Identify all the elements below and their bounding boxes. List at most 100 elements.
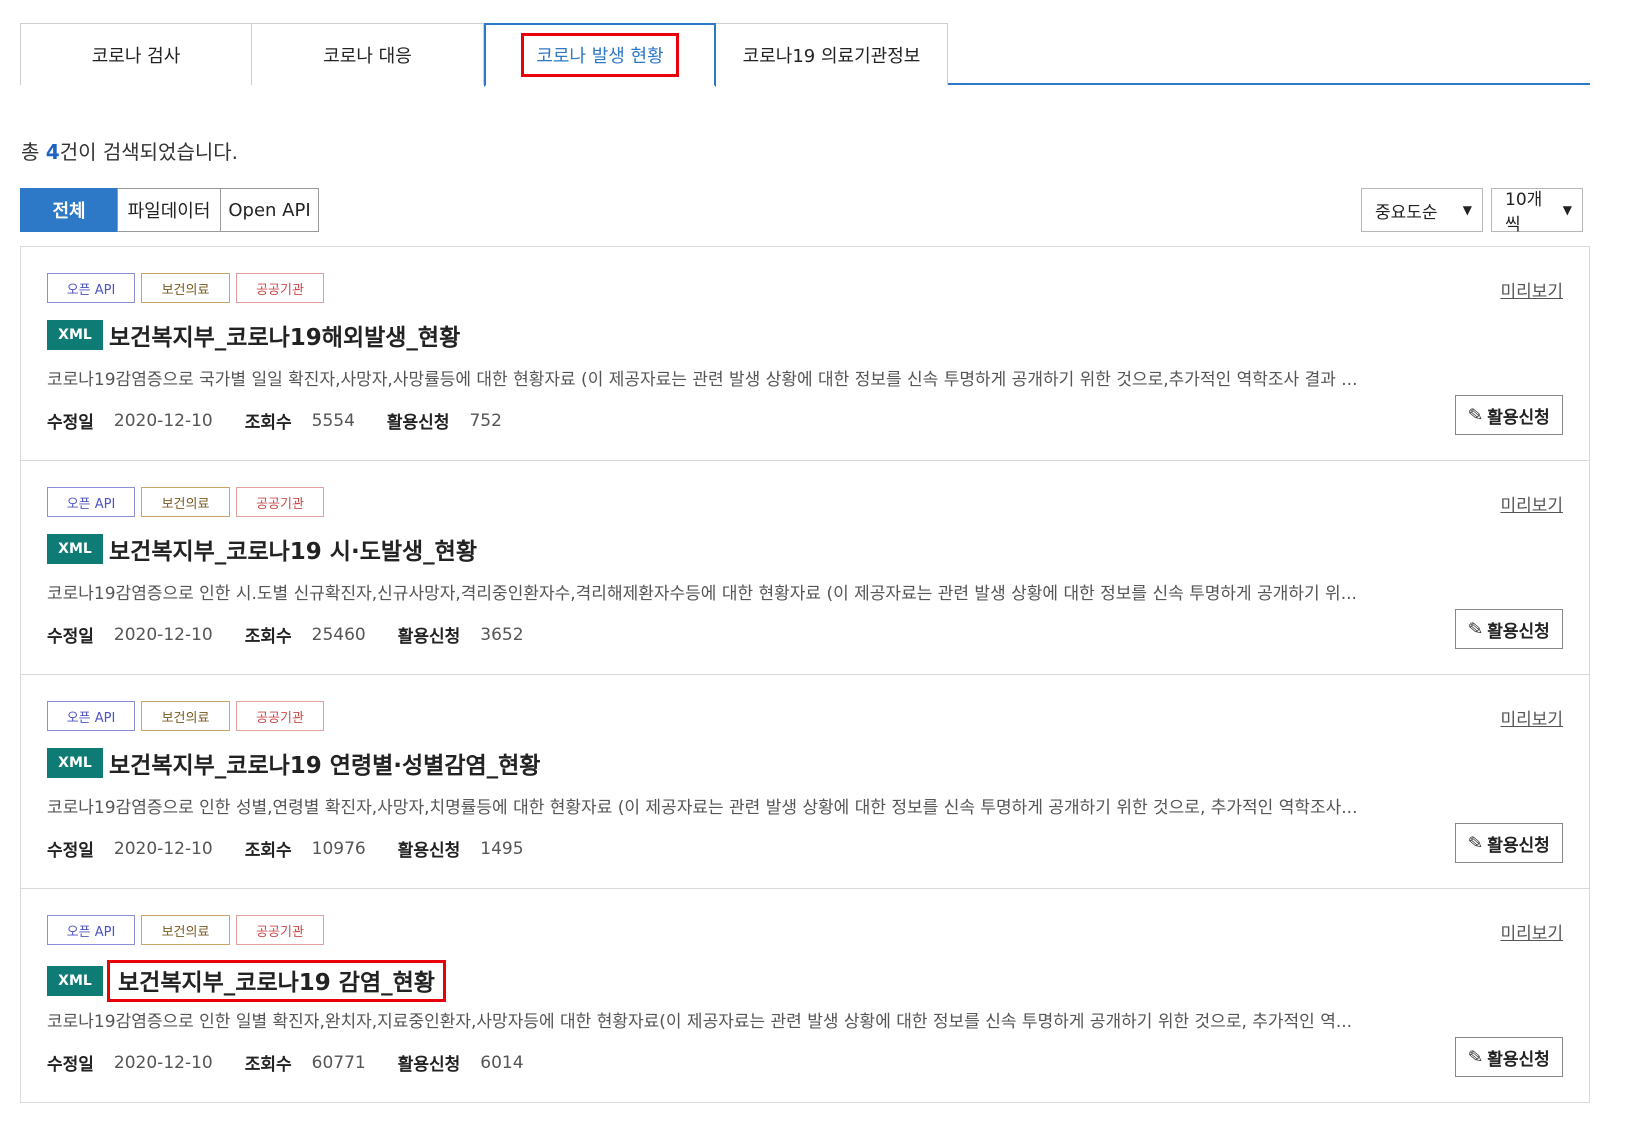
list-options: 중요도순 ▼ 10개씩 ▼ [1361, 188, 1583, 235]
tab-corona-response[interactable]: 코로나 대응 [252, 23, 484, 85]
tag-public-org: 공공기관 [236, 915, 324, 945]
title-row: XML 보건복지부_코로나19 시·도발생_현황 [47, 532, 477, 566]
modified-label: 수정일 [47, 413, 94, 433]
chevron-down-icon: ▼ [1562, 203, 1572, 217]
views-label: 조회수 [244, 1055, 292, 1075]
tag-healthcare: 보건의료 [141, 487, 230, 517]
tag-public-org: 공공기관 [236, 701, 324, 731]
apply-button-label: 활용신청 [1487, 835, 1550, 856]
dataset-title-link[interactable]: 보건복지부_코로나19 감염_현황 [107, 960, 446, 1002]
tab-corona-medical-info[interactable]: 코로나19 의료기관정보 [716, 23, 948, 85]
title-row: XML 보건복지부_코로나19 연령별·성별감염_현황 [47, 746, 540, 780]
modified-date: 2020-12-10 [113, 1052, 213, 1073]
modified-date: 2020-12-10 [113, 624, 213, 645]
modified-label: 수정일 [47, 627, 94, 647]
tag-healthcare: 보건의료 [141, 915, 230, 945]
dataset-meta: 수정일 2020-12-10 조회수 5554 활용신청 752 [47, 408, 534, 434]
views-count: 5554 [311, 410, 355, 431]
format-badge: XML [47, 320, 103, 350]
tag-open-api: 오픈 API [47, 273, 135, 303]
format-badge: XML [47, 748, 103, 778]
chevron-down-icon: ▼ [1462, 203, 1472, 217]
dataset-description: 코로나19감염증으로 인한 일별 확진자,완치자,지료중인환자,사망자등에 대한… [47, 1012, 1353, 1032]
page-size-select-value: 10개씩 [1505, 190, 1543, 235]
apply-button[interactable]: ✎ 활용신청 [1455, 609, 1563, 649]
tag-public-org: 공공기관 [236, 487, 324, 517]
preview-link[interactable]: 미리보기 [1500, 705, 1563, 730]
tag-healthcare: 보건의료 [141, 701, 230, 731]
dataset-meta: 수정일 2020-12-10 조회수 25460 활용신청 3652 [47, 622, 556, 648]
tab-label: 코로나 발생 현황 [521, 33, 679, 77]
type-filter-group: 전체 파일데이터 Open API [20, 188, 319, 232]
filter-open-api-button[interactable]: Open API [220, 188, 319, 232]
apply-count-label: 활용신청 [386, 413, 450, 433]
modified-label: 수정일 [47, 1055, 94, 1075]
views-label: 조회수 [244, 413, 292, 433]
views-count: 60771 [311, 1052, 366, 1073]
apply-count: 3652 [480, 624, 524, 645]
list-item: 오픈 API 보건의료 공공기관 미리보기 XML 보건복지부_코로나19 연령… [21, 675, 1589, 889]
tab-corona-test[interactable]: 코로나 검사 [20, 23, 252, 85]
title-row: XML 보건복지부_코로나19 감염_현황 [47, 960, 446, 1002]
tab-label: 코로나19 의료기관정보 [742, 45, 921, 67]
apply-count-label: 활용신청 [397, 841, 461, 861]
pencil-icon: ✎ [1467, 403, 1485, 427]
views-count: 10976 [311, 838, 366, 859]
dataset-meta: 수정일 2020-12-10 조회수 60771 활용신청 6014 [47, 1050, 556, 1076]
tag-group: 오픈 API 보건의료 공공기관 [47, 487, 324, 517]
preview-link[interactable]: 미리보기 [1500, 919, 1563, 944]
tab-label: 코로나 검사 [91, 45, 181, 67]
apply-button-label: 활용신청 [1487, 1049, 1550, 1070]
tag-open-api: 오픈 API [47, 487, 135, 517]
views-label: 조회수 [244, 841, 292, 861]
format-badge: XML [47, 534, 103, 564]
apply-button-label: 활용신청 [1487, 621, 1550, 642]
pencil-icon: ✎ [1467, 617, 1485, 641]
result-count: 총 4건이 검색되었습니다. [21, 136, 238, 165]
tag-open-api: 오픈 API [47, 701, 135, 731]
dataset-list: 오픈 API 보건의료 공공기관 미리보기 XML 보건복지부_코로나19해외발… [20, 246, 1590, 1103]
tag-public-org: 공공기관 [236, 273, 324, 303]
page-size-select[interactable]: 10개씩 ▼ [1491, 188, 1583, 235]
result-prefix: 총 [21, 140, 46, 164]
list-item: 오픈 API 보건의료 공공기관 미리보기 XML 보건복지부_코로나19 시·… [21, 461, 1589, 675]
pencil-icon: ✎ [1467, 831, 1485, 855]
list-item: 오픈 API 보건의료 공공기관 미리보기 XML 보건복지부_코로나19 감염… [21, 889, 1589, 1102]
dataset-title-link[interactable]: 보건복지부_코로나19 시·도발생_현황 [109, 532, 477, 566]
dataset-description: 코로나19감염증으로 국가별 일일 확진자,사망자,사망률등에 대한 현황자료 … [47, 370, 1358, 390]
apply-button[interactable]: ✎ 활용신청 [1455, 1037, 1563, 1077]
dataset-description: 코로나19감염증으로 인한 시.도별 신규확진자,신규사망자,격리중인환자수,격… [47, 584, 1357, 604]
apply-count: 6014 [480, 1052, 524, 1073]
preview-link[interactable]: 미리보기 [1500, 491, 1563, 516]
filter-file-data-button[interactable]: 파일데이터 [117, 188, 221, 232]
tag-healthcare: 보건의료 [141, 273, 230, 303]
modified-date: 2020-12-10 [113, 410, 213, 431]
views-label: 조회수 [244, 627, 292, 647]
apply-button[interactable]: ✎ 활용신청 [1455, 395, 1563, 435]
tab-corona-status[interactable]: 코로나 발생 현황 [484, 23, 716, 87]
apply-button-label: 활용신청 [1487, 407, 1550, 428]
tag-group: 오픈 API 보건의료 공공기관 [47, 915, 324, 945]
format-badge: XML [47, 966, 103, 996]
views-count: 25460 [311, 624, 366, 645]
apply-count-label: 활용신청 [397, 1055, 461, 1075]
tab-label: 코로나 대응 [323, 45, 412, 67]
filter-all-button[interactable]: 전체 [20, 188, 118, 232]
apply-count: 1495 [480, 838, 524, 859]
modified-label: 수정일 [47, 841, 94, 861]
dataset-title-link[interactable]: 보건복지부_코로나19 연령별·성별감염_현황 [109, 746, 540, 780]
dataset-title-link[interactable]: 보건복지부_코로나19해외발생_현황 [109, 318, 460, 352]
preview-link[interactable]: 미리보기 [1500, 277, 1563, 302]
result-number: 4 [45, 140, 60, 164]
apply-count: 752 [469, 410, 502, 431]
modified-date: 2020-12-10 [113, 838, 213, 859]
tag-group: 오픈 API 보건의료 공공기관 [47, 273, 324, 303]
tag-open-api: 오픈 API [47, 915, 135, 945]
result-suffix: 건이 검색되었습니다. [59, 140, 239, 164]
title-row: XML 보건복지부_코로나19해외발생_현황 [47, 318, 460, 352]
dataset-description: 코로나19감염증으로 인한 성별,연령별 확진자,사망자,치명률등에 대한 현황… [47, 798, 1358, 818]
sort-select[interactable]: 중요도순 ▼ [1361, 188, 1483, 232]
tag-group: 오픈 API 보건의료 공공기관 [47, 701, 324, 731]
sort-select-value: 중요도순 [1375, 202, 1438, 223]
apply-button[interactable]: ✎ 활용신청 [1455, 823, 1563, 863]
